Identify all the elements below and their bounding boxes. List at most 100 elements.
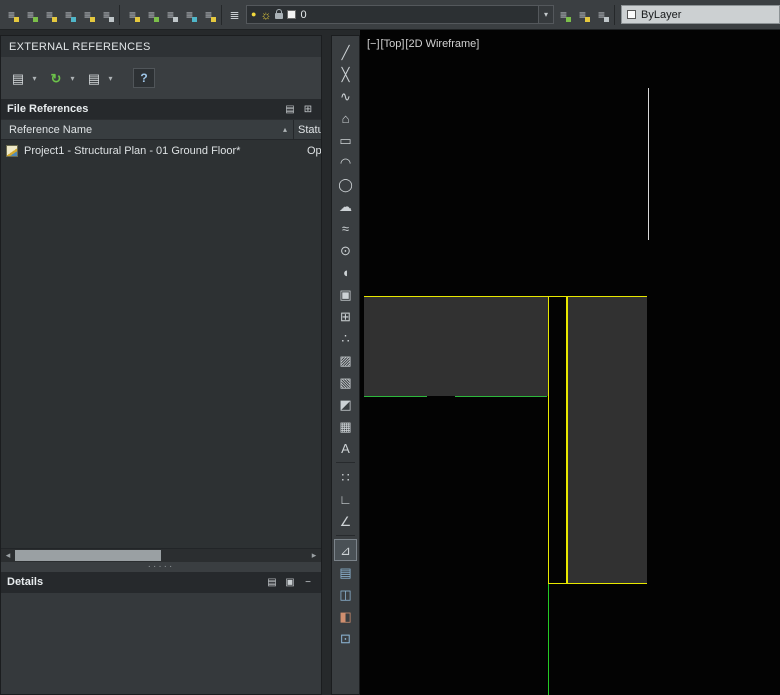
table-icon-glyph: ▦ (339, 418, 352, 434)
hatch-icon[interactable]: ▨ (334, 349, 357, 371)
region-icon[interactable]: ◩ (334, 393, 357, 415)
external-references-palette: EXTERNAL REFERENCES ▤ ▾ ↻ ▾ ▤ ▾ ? File R… (0, 35, 322, 695)
view-controls-label[interactable]: [Top] (381, 38, 405, 50)
make-layer-current-icon[interactable]: ≡ (2, 5, 21, 24)
layer-isolate-icon[interactable]: ≡ (59, 5, 78, 24)
attach-flyout-icon[interactable]: ▾ (29, 66, 40, 90)
attach-xref-icon-glyph: ▤ (339, 564, 352, 580)
revision-cloud-icon[interactable]: ☁ (334, 195, 357, 217)
mtext-icon-glyph: A (341, 440, 350, 456)
spline-icon[interactable]: ≈ (334, 217, 357, 239)
hide-details-icon[interactable]: − (301, 575, 315, 589)
named-ucs-icon[interactable]: ∠ (334, 510, 357, 532)
scroll-right-icon[interactable]: ▸ (307, 550, 321, 561)
line-icon[interactable]: ╱ (334, 41, 357, 63)
scrollbar-thumb[interactable] (15, 550, 161, 561)
rectangle-icon[interactable]: ▭ (334, 129, 357, 151)
table-icon[interactable]: ▦ (334, 415, 357, 437)
horizontal-scrollbar[interactable]: ◂ ▸ (1, 548, 321, 562)
snap-override-icon-glyph: ⊡ (340, 630, 351, 646)
drawing-viewport[interactable]: [−] [Top] [2D Wireframe] (360, 30, 780, 695)
rectangle-icon-glyph: ▭ (339, 132, 352, 148)
insert-block-icon[interactable]: ▣ (334, 283, 357, 305)
layer-combo[interactable]: ● ☼ 0 ▾ (246, 5, 554, 24)
refresh-icon: ↻ (50, 70, 62, 86)
layer-off-icon[interactable]: ≡ (123, 5, 142, 24)
splitter-grip[interactable]: ····· (1, 562, 321, 572)
attach-button[interactable]: ▤ (7, 66, 29, 90)
refresh-button[interactable]: ↻ (45, 66, 67, 90)
point-icon[interactable]: ∴ (334, 327, 357, 349)
change-path-flyout-icon[interactable]: ▾ (105, 66, 116, 90)
scroll-left-icon[interactable]: ◂ (1, 550, 15, 561)
mtext-icon[interactable]: A (334, 437, 357, 459)
match-layer-icon[interactable]: ≡ (573, 5, 592, 24)
layer-previous-2-icon-accent (604, 17, 609, 22)
gradient-icon[interactable]: ▧ (334, 371, 357, 393)
details-view-icon[interactable]: ▤ (265, 575, 279, 589)
layer-states-icon[interactable]: ≡ (199, 5, 218, 24)
make-block-icon[interactable]: ⊞ (334, 305, 357, 327)
revision-cloud-icon-glyph: ☁ (339, 198, 352, 214)
layer-walk-icon[interactable]: ≡ (180, 5, 199, 24)
snap-override-icon[interactable]: ⊡ (334, 627, 357, 649)
color-combo[interactable]: ByLayer (621, 5, 780, 24)
layer-match-icon[interactable]: ≡ (21, 5, 40, 24)
column-reference-name-label: Reference Name (9, 123, 93, 136)
scrollbar-track[interactable] (15, 549, 307, 562)
layer-previous-2-icon[interactable]: ≡ (592, 5, 611, 24)
visual-style-label[interactable]: [2D Wireframe] (405, 38, 479, 50)
layer-properties-manager-icon[interactable]: ≣ (225, 5, 244, 24)
drawing-canvas[interactable] (360, 30, 780, 695)
layer-combo-bulb-icon[interactable]: ● (251, 10, 256, 19)
layer-freeze-icon[interactable]: ≡ (97, 5, 116, 24)
layer-combo-dropdown-icon[interactable]: ▾ (538, 6, 553, 23)
draw-tool-column: ╱ ╳ ∿ ⌂ ▭ ◠ ◯ ☁ ≈ ⊙ ◖ ▣ ⊞ ∴ ▨ ▧ ◩ ▦ A ∷ ∟ ∠ ⊿ ▤ ◫ ◧ ⊡ (331, 35, 360, 695)
construction-line-icon[interactable]: ╳ (334, 63, 357, 85)
ellipse-arc-icon[interactable]: ◖ (334, 261, 357, 283)
xref-row[interactable]: Project1 - Structural Plan - 01 Ground F… (1, 140, 321, 162)
polygon-icon[interactable]: ⌂ (334, 107, 357, 129)
make-object-layer-current-icon[interactable]: ≡ (554, 5, 573, 24)
viewport-controls-label[interactable]: [−] (367, 38, 380, 50)
arc-icon[interactable]: ◠ (334, 151, 357, 173)
clip-xref-icon-glyph: ◫ (339, 586, 352, 602)
insert-block-icon-glyph: ▣ (339, 286, 352, 302)
layer-unlock-icon[interactable]: ≡ (161, 5, 180, 24)
ucs-icon[interactable]: ∟ (334, 488, 357, 510)
post-combo-group: ≡ ≡ ≡ (554, 5, 611, 24)
layer-previous-icon[interactable]: ≡ (40, 5, 59, 24)
clip-xref-icon[interactable]: ◫ (334, 583, 357, 605)
help-button[interactable]: ? (133, 68, 155, 88)
attach-xref-icon[interactable]: ▤ (334, 561, 357, 583)
ellipse-arc-icon-glyph: ◖ (341, 264, 350, 280)
adjust-xref-icon[interactable]: ◧ (334, 605, 357, 627)
measure-icon[interactable]: ⊿ (334, 539, 357, 561)
layer-unisolate-icon[interactable]: ≡ (78, 5, 97, 24)
point-style-icon[interactable]: ∷ (334, 466, 357, 488)
column-status[interactable]: Status (293, 120, 321, 139)
circle-icon[interactable]: ◯ (334, 173, 357, 195)
layer-previous-icon-accent (52, 17, 57, 22)
column-reference-name[interactable]: Reference Name ▴ (1, 120, 293, 139)
layer-combo-lock-icon[interactable] (275, 9, 284, 19)
palette-title-bar[interactable]: EXTERNAL REFERENCES (1, 36, 321, 57)
xref-name: Project1 - Structural Plan - 01 Ground F… (24, 145, 241, 157)
layer-properties-glyph: ≣ (229, 7, 240, 22)
layer-combo-sun-icon[interactable]: ☼ (260, 9, 271, 21)
xref-status: Opened (307, 145, 321, 157)
layer-lock-icon[interactable]: ≡ (142, 5, 161, 24)
construction-line-icon-glyph: ╳ (341, 66, 350, 82)
tree-view-icon[interactable]: ⊞ (301, 102, 315, 116)
preview-view-icon[interactable]: ▣ (283, 575, 297, 589)
wall-line-yellow-top (364, 296, 647, 297)
toolbar-separator (221, 4, 222, 25)
ellipse-icon[interactable]: ⊙ (334, 239, 357, 261)
change-path-button[interactable]: ▤ (83, 66, 105, 90)
refresh-flyout-icon[interactable]: ▾ (67, 66, 78, 90)
top-toolbar: ≡ ≡ ≡ ≡ ≡ ≡ ≡ ≡ ≡ ≡ ≡ ≣ ● ☼ 0 ▾ ≡ ≡ ≡ ByLayer (0, 0, 780, 30)
polyline-icon-glyph: ∿ (340, 88, 351, 104)
list-view-icon[interactable]: ▤ (283, 102, 297, 116)
layer-color-swatch[interactable] (287, 10, 297, 19)
polyline-icon[interactable]: ∿ (334, 85, 357, 107)
